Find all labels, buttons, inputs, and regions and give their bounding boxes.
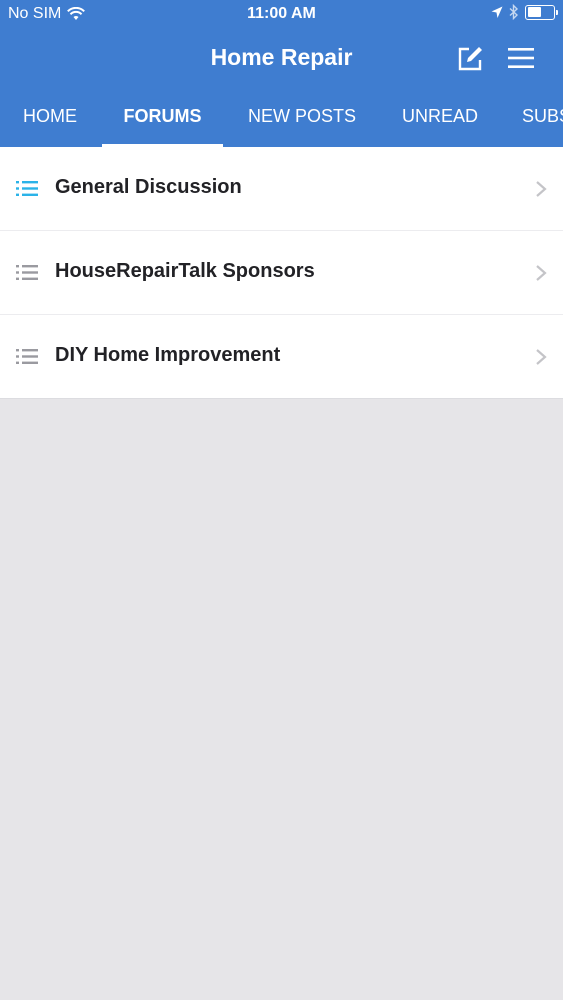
title-bar: Home Repair bbox=[0, 36, 563, 80]
chevron-right-icon bbox=[536, 181, 547, 197]
list-icon bbox=[16, 265, 38, 280]
list-icon bbox=[16, 349, 38, 364]
forum-list: General Discussion HouseRepairTalk Spons… bbox=[0, 147, 563, 399]
tab-subscriptions[interactable]: SUBS bbox=[522, 96, 563, 147]
list-icon bbox=[16, 181, 38, 196]
tab-label: NEW POSTS bbox=[247, 106, 356, 126]
hamburger-menu-icon bbox=[508, 48, 534, 68]
forum-title: General Discussion bbox=[55, 176, 242, 198]
forum-row-general-discussion[interactable]: General Discussion bbox=[0, 147, 563, 231]
status-right bbox=[491, 4, 558, 20]
compose-icon bbox=[458, 47, 482, 71]
tab-label: FORUMS bbox=[123, 106, 202, 126]
tab-new-posts[interactable]: NEW POSTS bbox=[232, 96, 372, 147]
forum-row-sponsors[interactable]: HouseRepairTalk Sponsors bbox=[0, 231, 563, 315]
menu-button[interactable] bbox=[506, 46, 536, 70]
forum-row-diy-home-improvement[interactable]: DIY Home Improvement bbox=[0, 315, 563, 399]
chevron-right-icon bbox=[536, 349, 547, 365]
forum-title: HouseRepairTalk Sponsors bbox=[55, 260, 315, 282]
battery-icon bbox=[525, 4, 558, 20]
location-arrow-icon bbox=[491, 6, 503, 18]
forum-tabs: HOME FORUMS NEW POSTS UNREAD SUBS bbox=[0, 96, 563, 147]
forum-title: DIY Home Improvement bbox=[55, 344, 281, 366]
tab-home[interactable]: HOME bbox=[0, 96, 100, 147]
compose-button[interactable] bbox=[456, 45, 484, 73]
tab-forums[interactable]: FORUMS bbox=[102, 96, 223, 147]
bluetooth-icon bbox=[509, 4, 519, 20]
status-time: 11:00 AM bbox=[247, 5, 316, 22]
tab-unread[interactable]: UNREAD bbox=[388, 96, 492, 147]
tab-label: HOME bbox=[23, 106, 77, 126]
tab-label: UNREAD bbox=[401, 106, 478, 126]
battery-level-fill bbox=[527, 7, 542, 17]
app-header: No SIM 11:00 AM Home Repair HOME FORUMS … bbox=[0, 0, 563, 147]
status-bar: No SIM 11:00 AM bbox=[0, 0, 563, 28]
tab-label: SUBS bbox=[522, 106, 563, 126]
chevron-right-icon bbox=[536, 265, 547, 281]
